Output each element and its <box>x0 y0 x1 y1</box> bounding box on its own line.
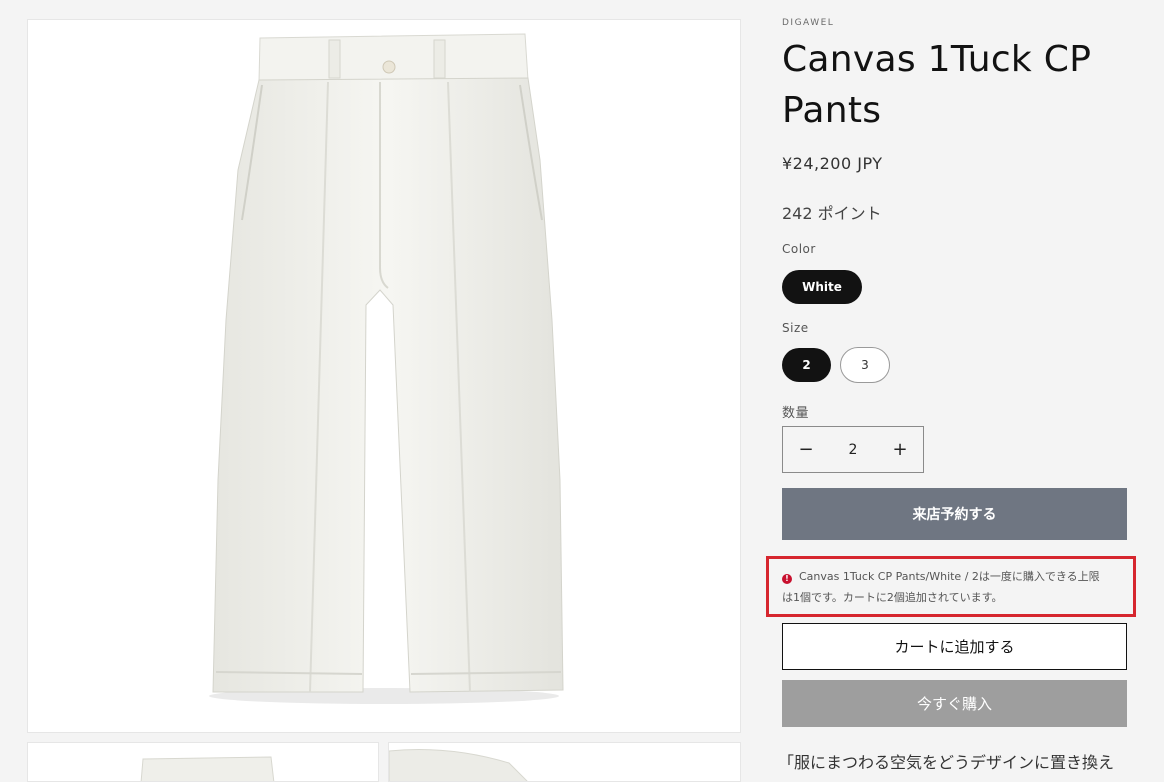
product-title: Canvas 1Tuck CP Pants <box>782 34 1091 136</box>
product-main-image[interactable] <box>27 19 741 733</box>
add-to-cart-button[interactable]: カートに追加する <box>782 623 1127 670</box>
cart-limit-error-message: ! Canvas 1Tuck CP Pants/White / 2は一度に購入でき… <box>782 566 1127 608</box>
quantity-decrease-button[interactable]: − <box>783 427 829 472</box>
product-title-line: Pants <box>782 90 882 131</box>
color-label: Color <box>782 242 816 256</box>
error-icon: ! <box>782 573 792 584</box>
store-reservation-button[interactable]: 来店予約する <box>782 488 1127 540</box>
color-option-white[interactable]: White <box>782 270 862 304</box>
brand-name: DIGAWEL <box>782 18 835 28</box>
quantity-stepper: − 2 + <box>782 426 924 473</box>
product-thumbnail[interactable] <box>27 742 379 782</box>
pants-detail-thumbnail-image <box>389 749 528 781</box>
product-description: 「服にまつわる空気をどうデザインに置き換え <box>778 753 1115 772</box>
size-option-3[interactable]: 3 <box>840 347 890 383</box>
buy-now-button[interactable]: 今すぐ購入 <box>782 680 1127 727</box>
size-label: Size <box>782 321 809 335</box>
reward-points: 242 ポイント <box>782 204 882 223</box>
product-thumbnail[interactable] <box>388 742 741 782</box>
quantity-increase-button[interactable]: + <box>877 427 923 472</box>
error-text-line: は1個です。カートに2個追加されています。 <box>782 591 1003 604</box>
pants-thumbnail-image <box>140 756 275 781</box>
error-text-line: Canvas 1Tuck CP Pants/White / 2は一度に購入できる… <box>799 570 1100 583</box>
size-option-2[interactable]: 2 <box>782 348 831 382</box>
pants-image <box>209 33 564 704</box>
quantity-label: 数量 <box>782 406 810 421</box>
quantity-input[interactable]: 2 <box>849 442 858 458</box>
product-price: ¥24,200 JPY <box>782 154 883 173</box>
product-title-line: Canvas 1Tuck CP <box>782 39 1092 80</box>
